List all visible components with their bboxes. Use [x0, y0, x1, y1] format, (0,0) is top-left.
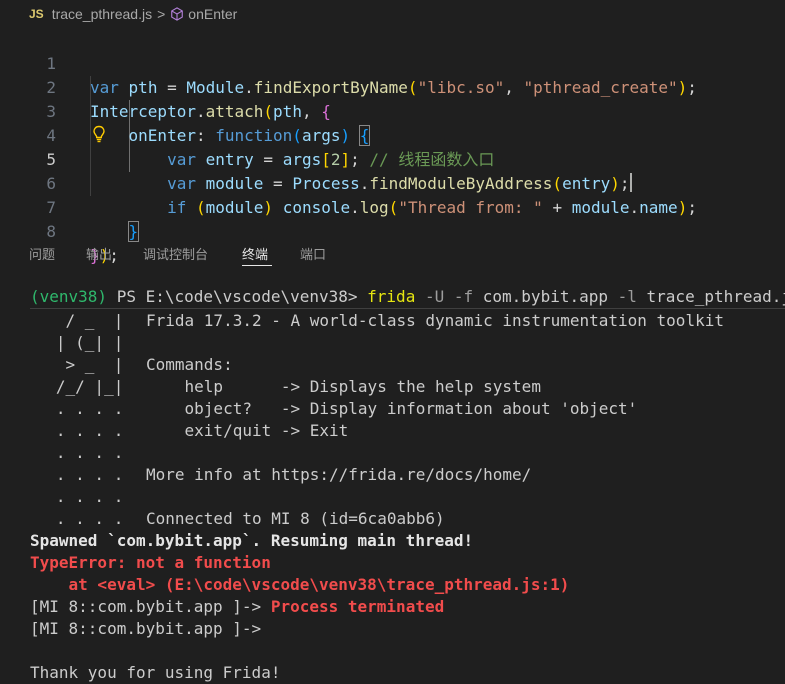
lightbulb-icon[interactable] [92, 125, 106, 143]
tab-terminal[interactable]: 终端 [242, 244, 268, 263]
code-line: 4 var entry = args[2]; // 线程函数入口 [0, 100, 785, 169]
frida-logo-ascii: . . . . [27, 487, 124, 506]
panel-tab-bar: 问题 输出 调试控制台 终端 端口 [0, 238, 785, 270]
active-tab-indicator [242, 265, 272, 266]
frida-logo-ascii: . . . . [27, 399, 124, 418]
code-line: 8 }); [0, 196, 785, 265]
command-arg: com.bybit.app [482, 287, 608, 306]
repl-prompt: [MI 8::com.bybit.app ]-> [30, 619, 262, 638]
chevron-right-icon: > [157, 6, 166, 22]
breadcrumb-symbol[interactable]: onEnter [188, 6, 237, 22]
frida-logo-ascii: . . . . [27, 465, 124, 484]
code-line: 6 if (module) console.log("Thread from: … [0, 148, 785, 217]
command-name: frida [367, 287, 416, 306]
venv-indicator: (venv38) [30, 287, 108, 306]
frida-logo-ascii: / _ | [27, 311, 124, 330]
repl-line: [MI 8::com.bybit.app ]-> Process termina… [30, 596, 444, 618]
connected-line: Connected to MI 8 (id=6ca0abb6) [146, 509, 445, 528]
terminal[interactable]: (venv38) PS E:\code\vscode\venv38> frida… [0, 282, 785, 682]
error-message: TypeError: not a function [30, 553, 271, 572]
spawned-message: Spawned `com.bybit.app`. Resuming main t… [30, 531, 474, 550]
process-terminated: Process terminated [270, 597, 445, 616]
shell-prompt: PS E:\code\vscode\venv38> [107, 287, 368, 306]
command-flags: -U -f [415, 287, 483, 306]
code-line: 7 } [0, 172, 785, 242]
symbol-method-icon [171, 7, 184, 21]
frida-logo-ascii: | (_| | [27, 333, 124, 352]
frida-logo-ascii: . . . . [27, 509, 124, 528]
frida-logo-ascii: /_/ |_| [27, 377, 124, 396]
tab-problems[interactable]: 问题 [29, 244, 55, 263]
terminal-command-line: (venv38) PS E:\code\vscode\venv38> frida… [30, 286, 785, 308]
tab-output[interactable]: 输出 [86, 244, 112, 263]
command-help: help -> Displays the help system [146, 377, 541, 396]
error-location: at <eval> (E:\code\vscode\venv38\trace_p… [30, 575, 570, 594]
command-flags: -l [608, 287, 647, 306]
tab-ports[interactable]: 端口 [300, 244, 326, 263]
code-line: 2 Interceptor.attach(pth, { [0, 52, 785, 121]
tab-debug-console[interactable]: 调试控制台 [143, 244, 208, 263]
javascript-file-icon: JS [29, 7, 44, 21]
command-object: object? -> Display information about 'ob… [146, 399, 638, 418]
commands-header: Commands: [146, 355, 233, 374]
breadcrumb-file[interactable]: trace_pthread.js [52, 6, 152, 22]
breadcrumb: JS trace_pthread.js > onEnter [0, 0, 785, 28]
command-arg: trace_pthread.js [646, 287, 785, 306]
more-info-line: More info at https://frida.re/docs/home/ [146, 465, 532, 484]
repl-prompt: [MI 8::com.bybit.app ]-> [30, 597, 271, 616]
frida-logo-ascii: > _ | [27, 355, 124, 374]
command-exit: exit/quit -> Exit [146, 421, 349, 440]
code-line-active: 5 var module = Process.findModuleByAddre… [0, 124, 785, 193]
code-line: 1 var pth = Module.findExportByName("lib… [0, 28, 785, 97]
code-line: 3 onEnter: function(args) { [0, 76, 785, 146]
frida-version-line: Frida 17.3.2 - A world-class dynamic ins… [146, 311, 724, 330]
frida-logo-ascii: . . . . [27, 443, 124, 462]
frida-logo-ascii: . . . . [27, 421, 124, 440]
code-editor[interactable]: 1 var pth = Module.findExportByName("lib… [0, 28, 785, 265]
